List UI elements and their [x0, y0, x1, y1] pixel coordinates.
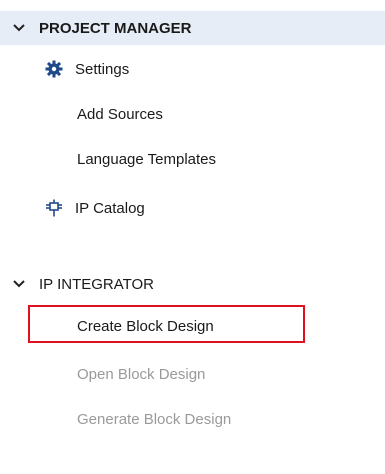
nav-item-ip-catalog[interactable]: IP Catalog	[45, 194, 145, 222]
nav-item-label: Generate Block Design	[77, 410, 232, 428]
nav-item-label: Settings	[75, 60, 130, 78]
section-label: IP INTEGRATOR	[39, 275, 155, 293]
nav-item-create-block-design[interactable]: Create Block Design	[77, 312, 214, 340]
nav-item-open-block-design: Open Block Design	[77, 360, 205, 388]
section-ip-integrator[interactable]: IP INTEGRATOR	[0, 269, 154, 299]
nav-item-label: Add Sources	[77, 105, 163, 123]
nav-item-generate-block-design: Generate Block Design	[77, 405, 231, 433]
ip-core-icon	[46, 199, 62, 217]
flow-navigator: PROJECT MANAGER Settings Add Sources Lan…	[0, 0, 385, 474]
nav-item-add-sources[interactable]: Add Sources	[77, 100, 163, 128]
gear-icon	[45, 60, 63, 78]
nav-item-label: IP Catalog	[75, 199, 145, 217]
nav-item-label: Open Block Design	[77, 365, 206, 383]
section-label: PROJECT MANAGER	[39, 19, 192, 37]
nav-item-language-templates[interactable]: Language Templates	[77, 145, 216, 173]
nav-item-label: Language Templates	[77, 150, 216, 168]
chevron-down-icon[interactable]	[11, 20, 27, 36]
nav-item-settings[interactable]: Settings	[45, 55, 129, 83]
section-project-manager[interactable]: PROJECT MANAGER	[0, 13, 192, 43]
chevron-down-icon[interactable]	[11, 276, 27, 292]
nav-item-label: Create Block Design	[77, 317, 214, 335]
